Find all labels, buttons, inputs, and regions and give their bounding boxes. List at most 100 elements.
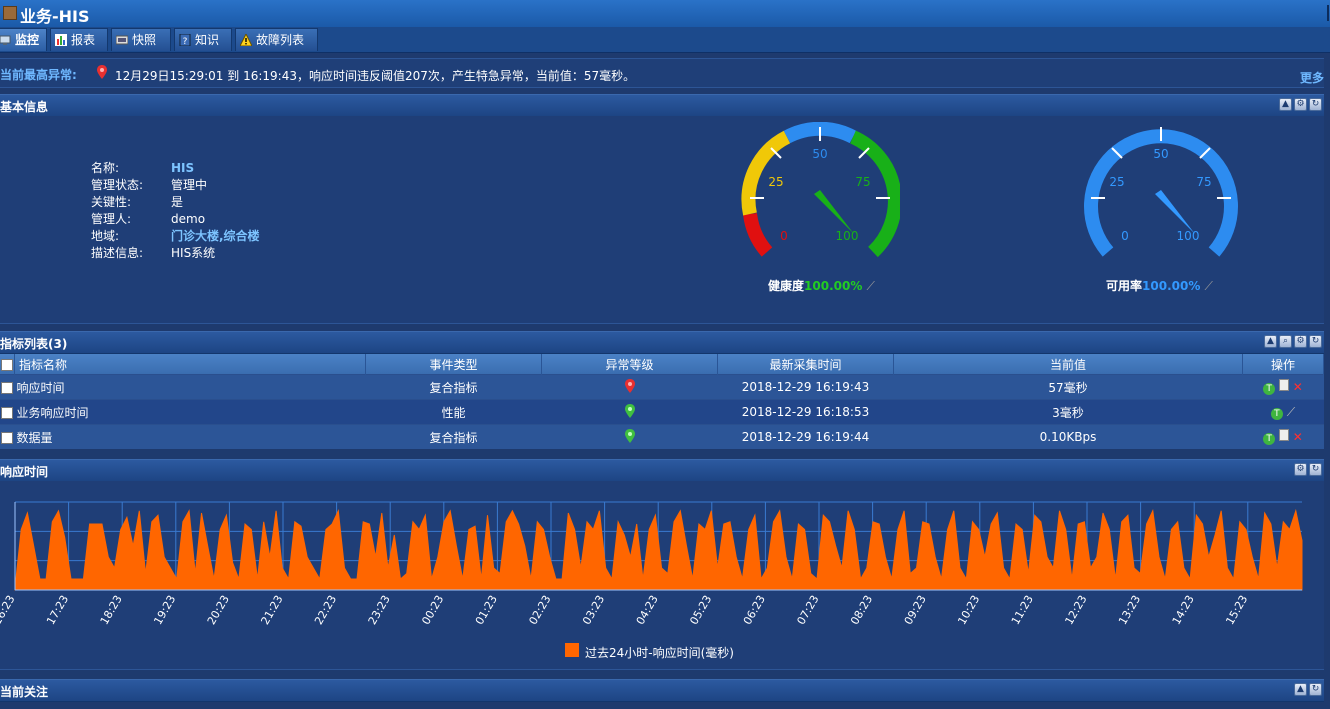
info-value-region[interactable]: 门诊大楼,综合楼	[171, 229, 260, 243]
metric-actions: T ✕	[1242, 374, 1324, 400]
row-select-cell	[0, 424, 15, 449]
health-label-wrap: 健康度100.00% ⟋	[768, 277, 875, 294]
warning-icon	[240, 34, 252, 46]
collapse-icon[interactable]: ▲	[1294, 683, 1307, 696]
x-tick-label: 13:23	[1116, 593, 1143, 627]
tab-snapshot[interactable]: 快照	[111, 28, 171, 51]
metrics-title: 指标列表(3)	[0, 337, 68, 351]
metric-name: 业务响应时间	[14, 399, 366, 425]
settings-icon[interactable]: ⚙	[1294, 463, 1307, 476]
x-tick-label: 08:23	[848, 593, 875, 627]
info-manager: 管理人: demo	[91, 210, 205, 227]
edit-doc-icon[interactable]	[1278, 429, 1289, 441]
trend-chart-icon[interactable]: ⟋	[1287, 405, 1295, 419]
snapshot-icon	[116, 35, 128, 45]
metric-actions: T ✕	[1242, 424, 1324, 449]
metric-level	[541, 424, 718, 449]
info-key: 地域:	[91, 229, 120, 243]
refresh-icon[interactable]: ↻	[1309, 683, 1322, 696]
info-status: 管理状态: 管理中	[91, 176, 207, 193]
metric-time: 2018-12-29 16:18:53	[717, 399, 894, 425]
detail-icon[interactable]: T	[1270, 407, 1283, 420]
delete-icon[interactable]: ✕	[1293, 430, 1303, 444]
gauge-tick-0: 0	[1121, 229, 1129, 243]
detail-icon[interactable]: T	[1263, 433, 1276, 445]
focus-header: 当前关注 ▲ ↻	[0, 679, 1324, 702]
availability-label-wrap: 可用率100.00% ⟋	[1106, 277, 1213, 294]
select-all-checkbox[interactable]	[1, 358, 13, 371]
refresh-icon[interactable]: ↻	[1309, 335, 1322, 348]
gauge-tick-75: 75	[1196, 175, 1211, 189]
search-icon[interactable]: ⌕	[1279, 335, 1292, 348]
metric-type: 性能	[365, 399, 542, 425]
tab-bar: 监控 报表 快照 ? 知识 故障列表	[0, 27, 1330, 53]
tab-monitor[interactable]: 监控	[0, 28, 47, 51]
info-key: 关键性:	[91, 195, 132, 209]
tab-knowledge-label: 知识	[195, 33, 220, 47]
settings-icon[interactable]: ⚙	[1294, 335, 1307, 348]
x-tick-label: 10:23	[955, 593, 982, 627]
basic-info-title: 基本信息	[0, 100, 49, 114]
refresh-icon[interactable]: ↻	[1309, 463, 1322, 476]
metric-name: 数据量	[14, 424, 366, 449]
row-checkbox[interactable]	[1, 381, 14, 394]
trend-chart-icon[interactable]: ⟋	[1205, 279, 1213, 293]
col-header-value[interactable]: 当前值	[893, 354, 1243, 375]
col-header-level[interactable]: 异常等级	[541, 354, 718, 375]
table-row[interactable]: 响应时间 复合指标 2018-12-29 16:19:43 57毫秒 T ✕	[0, 374, 1324, 400]
alert-label: 当前最高异常:	[0, 68, 77, 82]
gauge-tick-100: 100	[1177, 229, 1200, 243]
info-value-name[interactable]: HIS	[171, 161, 194, 175]
x-tick-label: 23:23	[366, 593, 393, 627]
tab-monitor-label: 监控	[15, 33, 40, 47]
table-row[interactable]: 数据量 复合指标 2018-12-29 16:19:44 0.10KBps T …	[0, 424, 1324, 449]
select-all-cell	[0, 354, 15, 375]
x-tick-label: 00:23	[419, 593, 446, 627]
refresh-icon[interactable]: ↻	[1309, 98, 1322, 111]
tab-knowledge[interactable]: ? 知识	[174, 28, 232, 51]
x-tick-label: 02:23	[526, 593, 553, 627]
tab-fault-list[interactable]: 故障列表	[235, 28, 318, 51]
row-select-cell	[0, 399, 15, 425]
row-checkbox[interactable]	[1, 431, 14, 444]
col-header-time[interactable]: 最新采集时间	[717, 354, 894, 375]
metric-name: 响应时间	[14, 374, 366, 400]
info-criticality: 关键性: 是	[91, 193, 183, 210]
x-tick-label: 18:23	[98, 593, 125, 627]
x-tick-label: 04:23	[634, 593, 661, 627]
svg-text:?: ?	[183, 37, 188, 46]
app-icon	[3, 6, 17, 20]
info-value-manager: demo	[171, 212, 206, 226]
tab-report[interactable]: 报表	[50, 28, 108, 51]
window-title: 业务-HIS	[20, 7, 90, 26]
row-select-cell	[0, 374, 15, 400]
tab-fault-list-label: 故障列表	[256, 33, 305, 47]
table-row[interactable]: 业务响应时间 性能 2018-12-29 16:18:53 3毫秒 T ⟋	[0, 399, 1324, 425]
help-book-icon: ?	[179, 34, 191, 46]
collapse-icon[interactable]: ▲	[1264, 335, 1277, 348]
col-header-type[interactable]: 事件类型	[365, 354, 542, 375]
info-key: 管理人:	[91, 212, 132, 226]
x-tick-label: 19:23	[151, 593, 178, 627]
collapse-icon[interactable]: ▲	[1279, 98, 1292, 111]
col-header-name[interactable]: 指标名称	[14, 354, 366, 375]
info-value-description: HIS系统	[171, 246, 216, 260]
metric-type: 复合指标	[365, 374, 542, 400]
x-tick-label: 03:23	[580, 593, 607, 627]
detail-icon[interactable]: T	[1263, 383, 1276, 395]
metric-time: 2018-12-29 16:19:43	[717, 374, 894, 400]
response-time-chart: 16:23 17:23 18:23 19:23 20:23 21:23 22:23 23:23…	[0, 501, 1303, 627]
row-checkbox[interactable]	[1, 406, 14, 419]
edit-doc-icon[interactable]	[1278, 379, 1289, 391]
alert-message: 12月29日15:29:01 到 16:19:43，响应时间违反阈值207次，产…	[115, 69, 636, 83]
info-key: 描述信息:	[91, 246, 144, 260]
trend-chart-icon[interactable]: ⟋	[867, 279, 875, 293]
basic-info-body: 名称: HIS 管理状态: 管理中 关键性: 是 管理人: demo 地域: 门诊大楼,综…	[0, 116, 1324, 324]
settings-icon[interactable]: ⚙	[1294, 98, 1307, 111]
delete-icon[interactable]: ✕	[1293, 380, 1303, 394]
metric-time: 2018-12-29 16:19:44	[717, 424, 894, 449]
gauge-needle	[814, 190, 854, 234]
x-tick-label: 16:23	[0, 593, 18, 627]
alert-more-link[interactable]: 更多	[1300, 69, 1324, 86]
availability-gauge: 50 25 75 0 100	[1084, 127, 1238, 257]
